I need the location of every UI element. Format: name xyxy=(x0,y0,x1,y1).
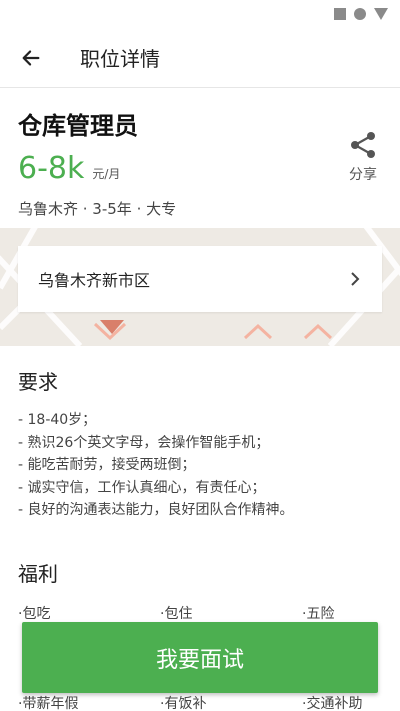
chevron-right-icon xyxy=(351,272,360,286)
share-button[interactable]: 分享 xyxy=(348,130,378,184)
location-text: 乌鲁木齐新市区 xyxy=(38,271,151,290)
salary-unit: 元/月 xyxy=(92,167,121,181)
arrow-left-icon xyxy=(22,49,40,66)
benefits-bottom-row: ·带薪年假 ·有饭补 ·交通补助 xyxy=(18,693,400,711)
benefit-item: ·带薪年假 xyxy=(18,696,79,711)
benefits-title: 福利 xyxy=(18,561,58,586)
requirements-list: - 18-40岁； - 熟识26个英文字母，会操作智能手机； - 能吃苦耐劳，接… xyxy=(18,409,382,522)
requirement-item: - 熟识26个英文字母，会操作智能手机； xyxy=(18,434,270,451)
requirement-item: - 诚实守信，工作认真细心，有责任心； xyxy=(18,479,266,496)
recent-apps-icon xyxy=(334,8,346,20)
requirements-section: 要求 - 18-40岁； - 熟识26个英文字母，会操作智能手机； - 能吃苦耐… xyxy=(0,346,400,522)
map-area: 乌鲁木齐新市区 xyxy=(0,228,400,346)
status-bar xyxy=(0,0,400,28)
requirement-item: - 良好的沟通表达能力，良好团队合作精神。 xyxy=(18,502,294,518)
requirements-title: 要求 xyxy=(18,370,58,394)
benefit-item: ·包住 xyxy=(160,605,193,622)
app-bar: 职位详情 xyxy=(0,28,400,88)
salary: 6-8k xyxy=(18,151,85,186)
benefit-item: ·交通补助 xyxy=(302,696,363,711)
job-meta: 乌鲁木齐 · 3-5年 · 大专 xyxy=(18,200,177,218)
benefit-item: ·有饭补 xyxy=(160,696,207,711)
benefit-item: ·五险 xyxy=(302,605,335,622)
job-header: 仓库管理员 6-8k 元/月 乌鲁木齐 · 3-5年 · 大专 分享 xyxy=(0,88,400,228)
back-triangle-icon xyxy=(374,8,388,20)
back-button[interactable] xyxy=(0,28,62,88)
requirement-item: - 能吃苦耐劳，接受两班倒； xyxy=(18,457,196,473)
home-icon xyxy=(354,8,366,20)
job-title: 仓库管理员 xyxy=(18,112,138,140)
benefits-section: 福利 ·包吃 ·包住 ·五险 xyxy=(0,522,400,623)
requirement-item: - 18-40岁； xyxy=(18,412,97,428)
share-icon xyxy=(351,132,375,158)
share-label: 分享 xyxy=(349,167,377,183)
benefits-grid: ·包吃 ·包住 ·五险 xyxy=(18,603,382,623)
salary-row: 6-8k 元/月 xyxy=(18,151,382,186)
location-card[interactable]: 乌鲁木齐新市区 xyxy=(18,246,382,312)
page-title: 职位详情 xyxy=(80,47,160,71)
benefit-item: ·包吃 xyxy=(18,605,51,622)
interview-button[interactable]: 我要面试 xyxy=(22,622,378,693)
